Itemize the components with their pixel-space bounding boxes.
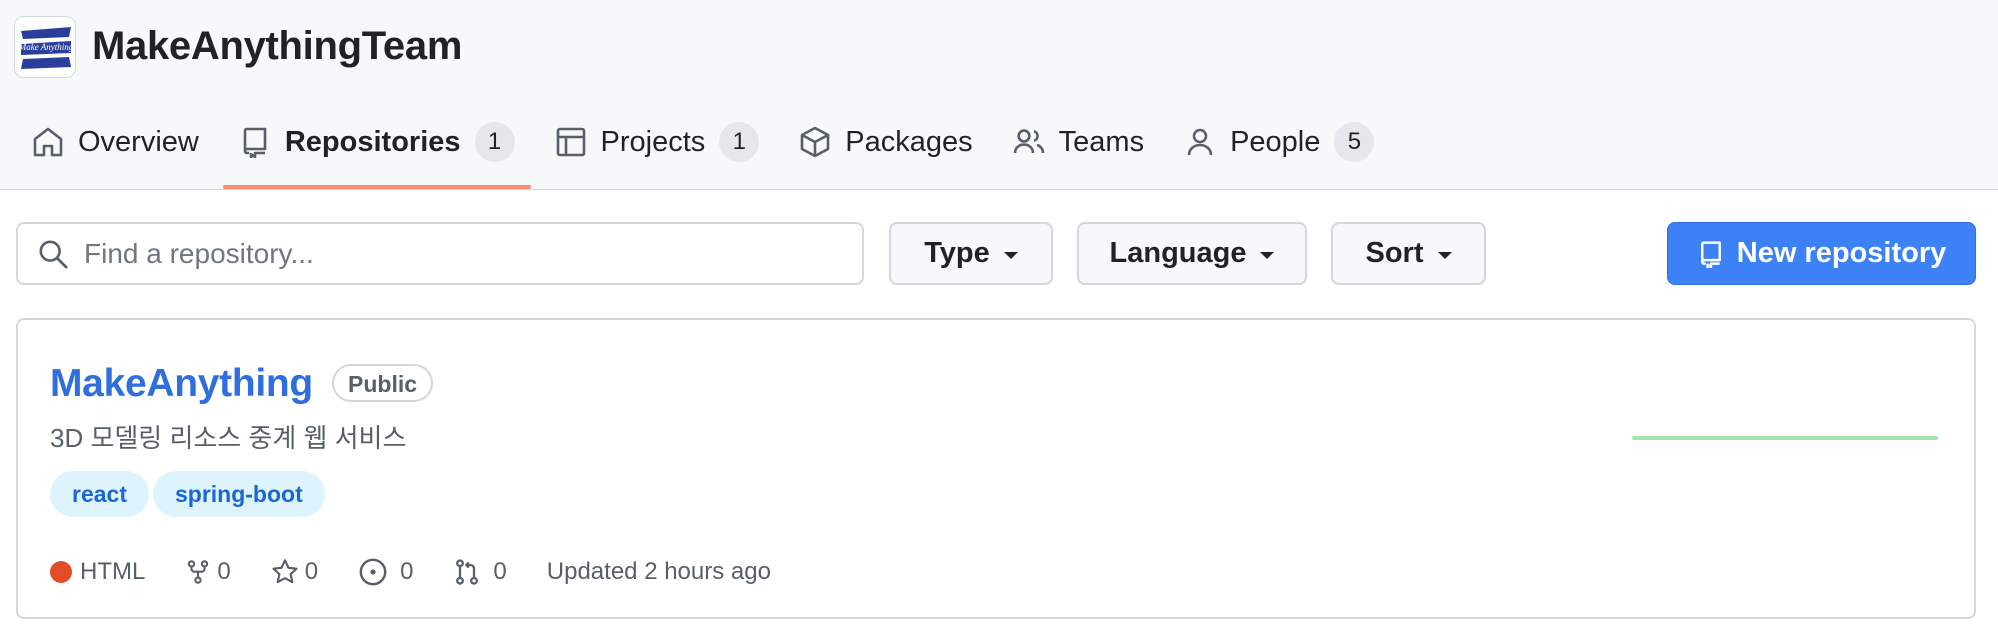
- tab-label: Packages: [845, 125, 973, 158]
- tab-repositories[interactable]: Repositories 1: [222, 114, 531, 189]
- language-color-dot: [50, 561, 72, 583]
- tab-label: Teams: [1058, 125, 1145, 158]
- org-header: Make Anything MakeAnythingTeam Overview …: [0, 0, 1998, 190]
- repo-description: 3D 모델링 리소스 중계 웹 서비스: [50, 423, 407, 453]
- repo-icon: [243, 127, 267, 158]
- tab-label: People: [1230, 125, 1321, 158]
- search-icon: [39, 240, 68, 269]
- repositories-count: 1: [474, 122, 515, 162]
- sort-label: Sort: [1365, 237, 1424, 269]
- repo-name-link[interactable]: MakeAnything: [50, 362, 313, 406]
- updated-time: Updated 2 hours ago: [546, 558, 771, 585]
- language-label: HTML: [80, 558, 146, 585]
- home-icon: [33, 127, 63, 157]
- visibility-badge: Public: [332, 364, 434, 402]
- tab-packages[interactable]: Packages: [783, 114, 988, 170]
- search-input[interactable]: [82, 236, 846, 271]
- type-filter-label: Type: [924, 237, 990, 269]
- chevron-down-icon: [1437, 252, 1452, 259]
- stars-count: 0: [304, 558, 319, 585]
- issues-link[interactable]: 0: [358, 557, 413, 587]
- repo-list-item: MakeAnything Public 3D 모델링 리소스 중계 웹 서비스 …: [16, 318, 1976, 619]
- org-logo-icon: Make Anything: [15, 17, 75, 77]
- repo-meta: HTML 0 0 0 0 Updated 2 hours ago: [50, 557, 811, 587]
- pull-requests-count: 0: [493, 558, 507, 585]
- repo-icon: [1700, 240, 1721, 268]
- type-filter-button[interactable]: Type: [889, 222, 1053, 285]
- topic-tag[interactable]: spring-boot: [152, 471, 325, 517]
- new-repository-button[interactable]: New repository: [1667, 222, 1976, 285]
- tab-teams[interactable]: Teams: [997, 114, 1160, 170]
- fork-icon: [188, 560, 209, 584]
- org-avatar-text: Make Anything: [18, 42, 74, 52]
- tab-label: Overview: [78, 125, 199, 158]
- pull-requests-link[interactable]: 0: [453, 558, 507, 586]
- sort-button[interactable]: Sort: [1331, 222, 1486, 285]
- forks-link[interactable]: 0: [185, 558, 231, 586]
- pull-request-icon: [456, 559, 479, 585]
- repo-language: HTML: [50, 558, 145, 586]
- forks-count: 0: [217, 558, 231, 585]
- activity-sparkline: [1632, 436, 1938, 440]
- tab-overview[interactable]: Overview: [16, 114, 215, 170]
- chevron-down-icon: [1003, 252, 1018, 259]
- tab-projects[interactable]: Projects 1: [539, 114, 776, 170]
- projects-count: 1: [719, 122, 760, 162]
- tab-label: Repositories: [284, 125, 461, 158]
- issue-icon: [359, 558, 387, 586]
- tab-label: Projects: [600, 125, 706, 158]
- org-avatar[interactable]: Make Anything: [14, 16, 76, 78]
- package-icon: [800, 126, 830, 158]
- new-repository-label: New repository: [1736, 237, 1947, 269]
- language-filter-label: Language: [1109, 237, 1247, 269]
- people-count: 5: [1334, 122, 1375, 162]
- star-icon: [272, 559, 298, 584]
- issues-count: 0: [400, 558, 414, 585]
- repo-topics: react spring-boot: [50, 471, 325, 517]
- language-filter-button[interactable]: Language: [1077, 222, 1307, 285]
- org-nav: Overview Repositories 1 Projects 1 Packa…: [16, 114, 1398, 189]
- stars-link[interactable]: 0: [271, 558, 318, 586]
- repo-search: [16, 222, 864, 285]
- people-icon: [1013, 129, 1044, 154]
- chevron-down-icon: [1260, 252, 1275, 259]
- table-icon: [556, 127, 585, 157]
- person-icon: [1187, 128, 1213, 156]
- tab-people[interactable]: People 5: [1168, 114, 1390, 170]
- topic-tag[interactable]: react: [50, 471, 149, 517]
- org-name[interactable]: MakeAnythingTeam: [92, 24, 462, 69]
